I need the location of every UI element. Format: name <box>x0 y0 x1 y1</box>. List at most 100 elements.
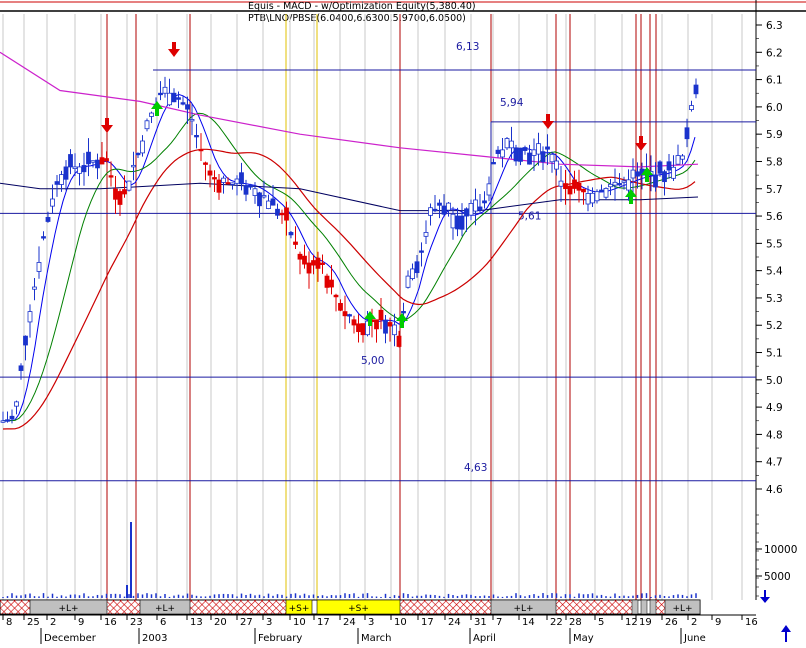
x-tick-label: 9 <box>715 617 721 628</box>
candle-body <box>450 213 456 229</box>
x-tick-label: 28 <box>569 617 582 628</box>
candle-body <box>45 217 51 222</box>
x-tick-label: 5 <box>598 617 604 628</box>
candle-body <box>626 179 631 191</box>
candle-body <box>405 275 411 288</box>
candle-body <box>527 152 532 165</box>
candle-body <box>662 171 667 183</box>
candle-body <box>306 262 312 274</box>
candle-body <box>248 184 253 188</box>
candle-body <box>275 208 280 216</box>
y-tick-label: 4.6 <box>766 484 783 496</box>
month-label: April <box>473 633 496 644</box>
y-tick-label: 4.7 <box>766 457 783 469</box>
x-tick-label: 3 <box>266 617 272 628</box>
band-label: +S+ <box>289 604 310 614</box>
candle-body <box>585 193 591 205</box>
x-tick-label: 16 <box>104 617 117 628</box>
candle-body <box>77 166 82 174</box>
candle-body <box>635 171 640 177</box>
candle-body <box>603 188 609 198</box>
candle-body <box>72 166 78 169</box>
candle-body <box>576 182 582 191</box>
candle-body <box>689 105 694 110</box>
candle-body <box>122 189 127 195</box>
buy-arrow-icon <box>400 320 404 328</box>
candle-body <box>590 192 595 204</box>
candle-body <box>131 164 136 168</box>
candle-body <box>491 162 496 165</box>
candle-body <box>347 314 352 317</box>
band-marker <box>649 599 657 615</box>
x-tick-label: 24 <box>448 617 461 628</box>
buy-arrow-icon <box>645 174 649 182</box>
band-label: +S+ <box>348 604 369 614</box>
candle-body <box>342 311 348 317</box>
candle-body <box>666 161 672 171</box>
month-label: 2003 <box>142 633 167 644</box>
candle-body <box>279 212 285 216</box>
band-label: +L+ <box>672 604 692 614</box>
candle-body <box>563 183 568 190</box>
candle-body <box>311 260 316 266</box>
candle-body <box>428 207 433 216</box>
buy-arrow-icon <box>368 318 372 326</box>
chart-window: Equis - MACD - w/Optimization Equity(5,3… <box>0 0 806 644</box>
candle-body <box>554 160 559 170</box>
candle-body <box>162 86 168 94</box>
x-tick-label: 9 <box>78 617 84 628</box>
candle-body <box>104 158 109 162</box>
candle-body <box>23 335 28 346</box>
y-tick-label: 5.7 <box>766 184 783 196</box>
y-tick-label: 5.8 <box>766 156 783 168</box>
candle-body <box>185 104 190 110</box>
candle-body <box>680 155 685 160</box>
buy-arrow-icon <box>629 196 633 204</box>
candle-body <box>549 153 555 163</box>
candle-body <box>99 157 105 165</box>
candle-body <box>9 415 15 420</box>
x-tick-label: 2 <box>50 617 56 628</box>
candle-body <box>302 255 307 265</box>
y-tick-label: 5.0 <box>766 375 783 387</box>
y-tick-label: 5.5 <box>766 238 783 250</box>
candle-body <box>135 152 141 156</box>
x-tick-label: 17 <box>317 617 330 628</box>
candle-body <box>189 119 195 122</box>
candle-body <box>608 183 613 188</box>
candle-body <box>473 199 478 212</box>
candle-body <box>504 138 510 149</box>
candle-body <box>221 177 226 183</box>
sell-arrow-icon <box>639 136 643 144</box>
candle-body <box>486 183 492 196</box>
candle-body <box>693 84 699 95</box>
candle-body <box>234 178 240 184</box>
band-label: +L+ <box>155 604 175 614</box>
band-marker <box>631 599 639 615</box>
candle-body <box>81 165 87 173</box>
x-tick-label: 23 <box>130 617 143 628</box>
candle-body <box>54 181 60 185</box>
x-tick-label: 16 <box>745 617 758 628</box>
candle-body <box>333 294 339 298</box>
candle-body <box>675 155 681 165</box>
candle-body <box>464 208 469 217</box>
x-tick-label: 10 <box>394 617 407 628</box>
band-marker <box>640 599 648 615</box>
y-tick-label: 4.8 <box>766 429 783 441</box>
candle-body <box>500 149 505 158</box>
candle-body <box>293 241 298 245</box>
candle-body <box>36 262 42 272</box>
candle-body <box>50 198 55 207</box>
candle-body <box>477 206 483 211</box>
y-tick-label: 6.2 <box>766 47 783 59</box>
candle-body <box>360 323 366 336</box>
candle-body <box>356 323 361 333</box>
x-tick-label: 8 <box>6 617 12 628</box>
candle-body <box>630 169 636 179</box>
candle-body <box>329 279 334 288</box>
candle-body <box>351 319 357 326</box>
candle-body <box>572 179 577 189</box>
x-tick-label: 10 <box>293 617 306 628</box>
candle-body <box>392 324 397 336</box>
